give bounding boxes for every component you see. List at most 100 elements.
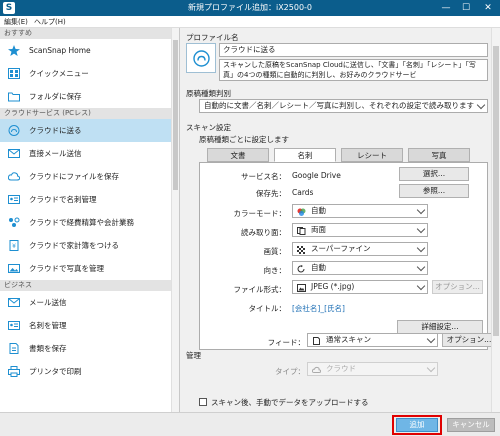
management-label: 管理 — [186, 351, 201, 360]
sidebar-item-label: クラウドで家計簿をつける — [29, 241, 119, 250]
type-label: タイプ： — [275, 367, 305, 376]
chevron-down-icon — [426, 334, 436, 344]
orientation-value: 自動 — [311, 263, 326, 272]
file-format-options-button[interactable]: オプション... — [432, 280, 483, 294]
title-label: タイトル： — [248, 304, 287, 313]
sidebar-item-manage-cards[interactable]: 名刺を管理 — [0, 314, 179, 337]
color-mode-dropdown[interactable]: 自動 — [292, 204, 428, 218]
tab-receipt[interactable]: レシート — [341, 148, 403, 162]
mail-icon — [8, 149, 20, 158]
file-format-label: ファイル形式： — [233, 285, 287, 294]
profile-name-input[interactable]: クラウドに送る — [219, 43, 488, 57]
cloud-icon — [312, 366, 321, 373]
menu-bar: 編集(E) ヘルプ(H) — [0, 16, 500, 28]
business-card-icon — [8, 195, 20, 204]
scan-side-dropdown[interactable]: 両面 — [292, 223, 428, 237]
cancel-button[interactable]: キャンセル — [447, 418, 495, 432]
manual-upload-checkbox[interactable] — [199, 398, 207, 406]
sidebar-item-label: フォルダに保存 — [29, 92, 82, 101]
chevron-down-icon — [416, 224, 426, 234]
duplex-icon — [297, 227, 306, 235]
card-icon — [8, 321, 20, 330]
photo-icon — [8, 264, 20, 273]
sidebar-item-quick-menu[interactable]: クイックメニュー — [0, 62, 179, 85]
sidebar-item-send-to-cloud[interactable]: クラウドに送る — [0, 119, 179, 142]
image-quality-value: スーパーファイン — [311, 244, 371, 253]
sidebar-item-cloud-business-card[interactable]: クラウドで名刺管理 — [0, 188, 179, 211]
scan-side-value: 両面 — [311, 225, 326, 234]
scan-settings-label: スキャン設定 — [186, 123, 231, 132]
sidebar-section-recommended: おすすめ — [0, 28, 179, 39]
cloud-icon — [8, 125, 20, 136]
sidebar-section-cloud-services: クラウドサービス (PCレス) — [0, 108, 179, 119]
sidebar-item-cloud-file-save[interactable]: クラウドにファイルを保存 — [0, 165, 179, 188]
title-bar: S 新規プロファイル追加：iX2500-0 — ☐ ✕ — [0, 0, 500, 16]
service-name-label: サービス名： — [241, 172, 286, 181]
save-destination-value: Cards — [292, 188, 314, 197]
minimize-button[interactable]: — — [436, 1, 456, 15]
sidebar-item-label: クラウドで名刺管理 — [29, 195, 97, 204]
sidebar-item-mail-send[interactable]: メール送信 — [0, 291, 179, 314]
sidebar-item-scansnap-home[interactable]: ScanSnap Home — [0, 39, 179, 62]
doc-type-dropdown[interactable]: 自動的に文書／名刺／レシート／写真に判別し、それぞれの設定で読み取ります — [199, 99, 488, 113]
chevron-down-icon — [416, 262, 426, 272]
add-button[interactable]: 追加 — [396, 418, 438, 432]
chevron-down-icon — [416, 243, 426, 253]
expense-icon — [9, 217, 20, 227]
document-icon — [9, 343, 19, 354]
feed-value: 通常スキャン — [326, 335, 371, 344]
rotate-icon — [297, 265, 305, 273]
management-type-dropdown[interactable]: クラウド — [307, 362, 438, 376]
sidebar-item-label: 直接メール送信 — [29, 149, 82, 158]
household-icon: ¥ — [9, 240, 19, 251]
sidebar-item-cloud-household[interactable]: ¥ クラウドで家計簿をつける — [0, 234, 179, 257]
main-scrollbar[interactable] — [491, 28, 500, 412]
feed-label: フィード： — [267, 338, 305, 347]
sidebar-item-label: プリンタで印刷 — [29, 367, 82, 376]
printer-icon — [8, 366, 20, 377]
file-format-dropdown[interactable]: JPEG (*.jpg) — [292, 280, 428, 294]
select-service-button[interactable]: 選択... — [399, 167, 469, 181]
feed-dropdown[interactable]: 通常スキャン — [307, 333, 438, 347]
browse-button[interactable]: 参照... — [399, 184, 469, 198]
color-mode-label: カラーモード： — [233, 209, 287, 218]
title-value[interactable]: [会社名]_[氏名] — [292, 303, 345, 314]
tab-photo[interactable]: 写真 — [408, 148, 470, 162]
maximize-button[interactable]: ☐ — [456, 1, 476, 15]
tab-document[interactable]: 文書 — [207, 148, 269, 162]
sidebar-item-print[interactable]: プリンタで印刷 — [0, 360, 179, 383]
sidebar-item-save-to-folder[interactable]: フォルダに保存 — [0, 85, 179, 108]
sidebar-scroll-thumb[interactable] — [173, 40, 178, 190]
sidebar-item-label: 名刺を管理 — [29, 321, 67, 330]
advanced-settings-button[interactable]: 詳細設定... — [397, 320, 483, 334]
image-file-icon — [297, 284, 306, 292]
chevron-down-icon — [426, 363, 436, 373]
star-icon — [8, 45, 20, 56]
profile-icon-box[interactable] — [186, 43, 216, 73]
document-icon — [313, 337, 320, 345]
sidebar-item-save-documents[interactable]: 書類を保存 — [0, 337, 179, 360]
image-quality-dropdown[interactable]: スーパーファイン — [292, 242, 428, 256]
menu-help[interactable]: ヘルプ(H) — [34, 17, 66, 27]
chevron-down-icon — [416, 281, 426, 291]
sidebar-item-direct-mail[interactable]: 直接メール送信 — [0, 142, 179, 165]
main-scroll-thumb[interactable] — [493, 46, 499, 336]
profile-settings-panel: プロファイル名 クラウドに送る スキャンした原稿をScanSnap Cloudに… — [181, 28, 500, 412]
menu-edit[interactable]: 編集(E) — [4, 17, 28, 27]
cloud-send-icon — [193, 50, 210, 67]
close-button[interactable]: ✕ — [478, 1, 498, 15]
chevron-down-icon — [416, 205, 426, 215]
chevron-down-icon — [476, 100, 486, 110]
sidebar-item-cloud-photo[interactable]: クラウドで写真を管理 — [0, 257, 179, 280]
sidebar-item-cloud-expense[interactable]: クラウドで経費精算や会計業務 — [0, 211, 179, 234]
profile-description-input[interactable]: スキャンした原稿をScanSnap Cloudに送信し、「文書」「名刺」「レシー… — [219, 59, 488, 81]
scan-side-label: 読み取り面： — [241, 228, 286, 237]
orientation-dropdown[interactable]: 自動 — [292, 261, 428, 275]
feed-options-button[interactable]: オプション... — [442, 333, 496, 347]
sidebar-item-label: クラウドにファイルを保存 — [29, 172, 119, 181]
tab-business-card[interactable]: 名刺 — [274, 148, 336, 162]
manual-upload-label: スキャン後、手動でデータをアップロードする — [211, 398, 369, 407]
sidebar-scrollbar[interactable] — [171, 28, 179, 412]
file-format-value: JPEG (*.jpg) — [311, 282, 355, 291]
sidebar-item-label: ScanSnap Home — [29, 46, 91, 55]
